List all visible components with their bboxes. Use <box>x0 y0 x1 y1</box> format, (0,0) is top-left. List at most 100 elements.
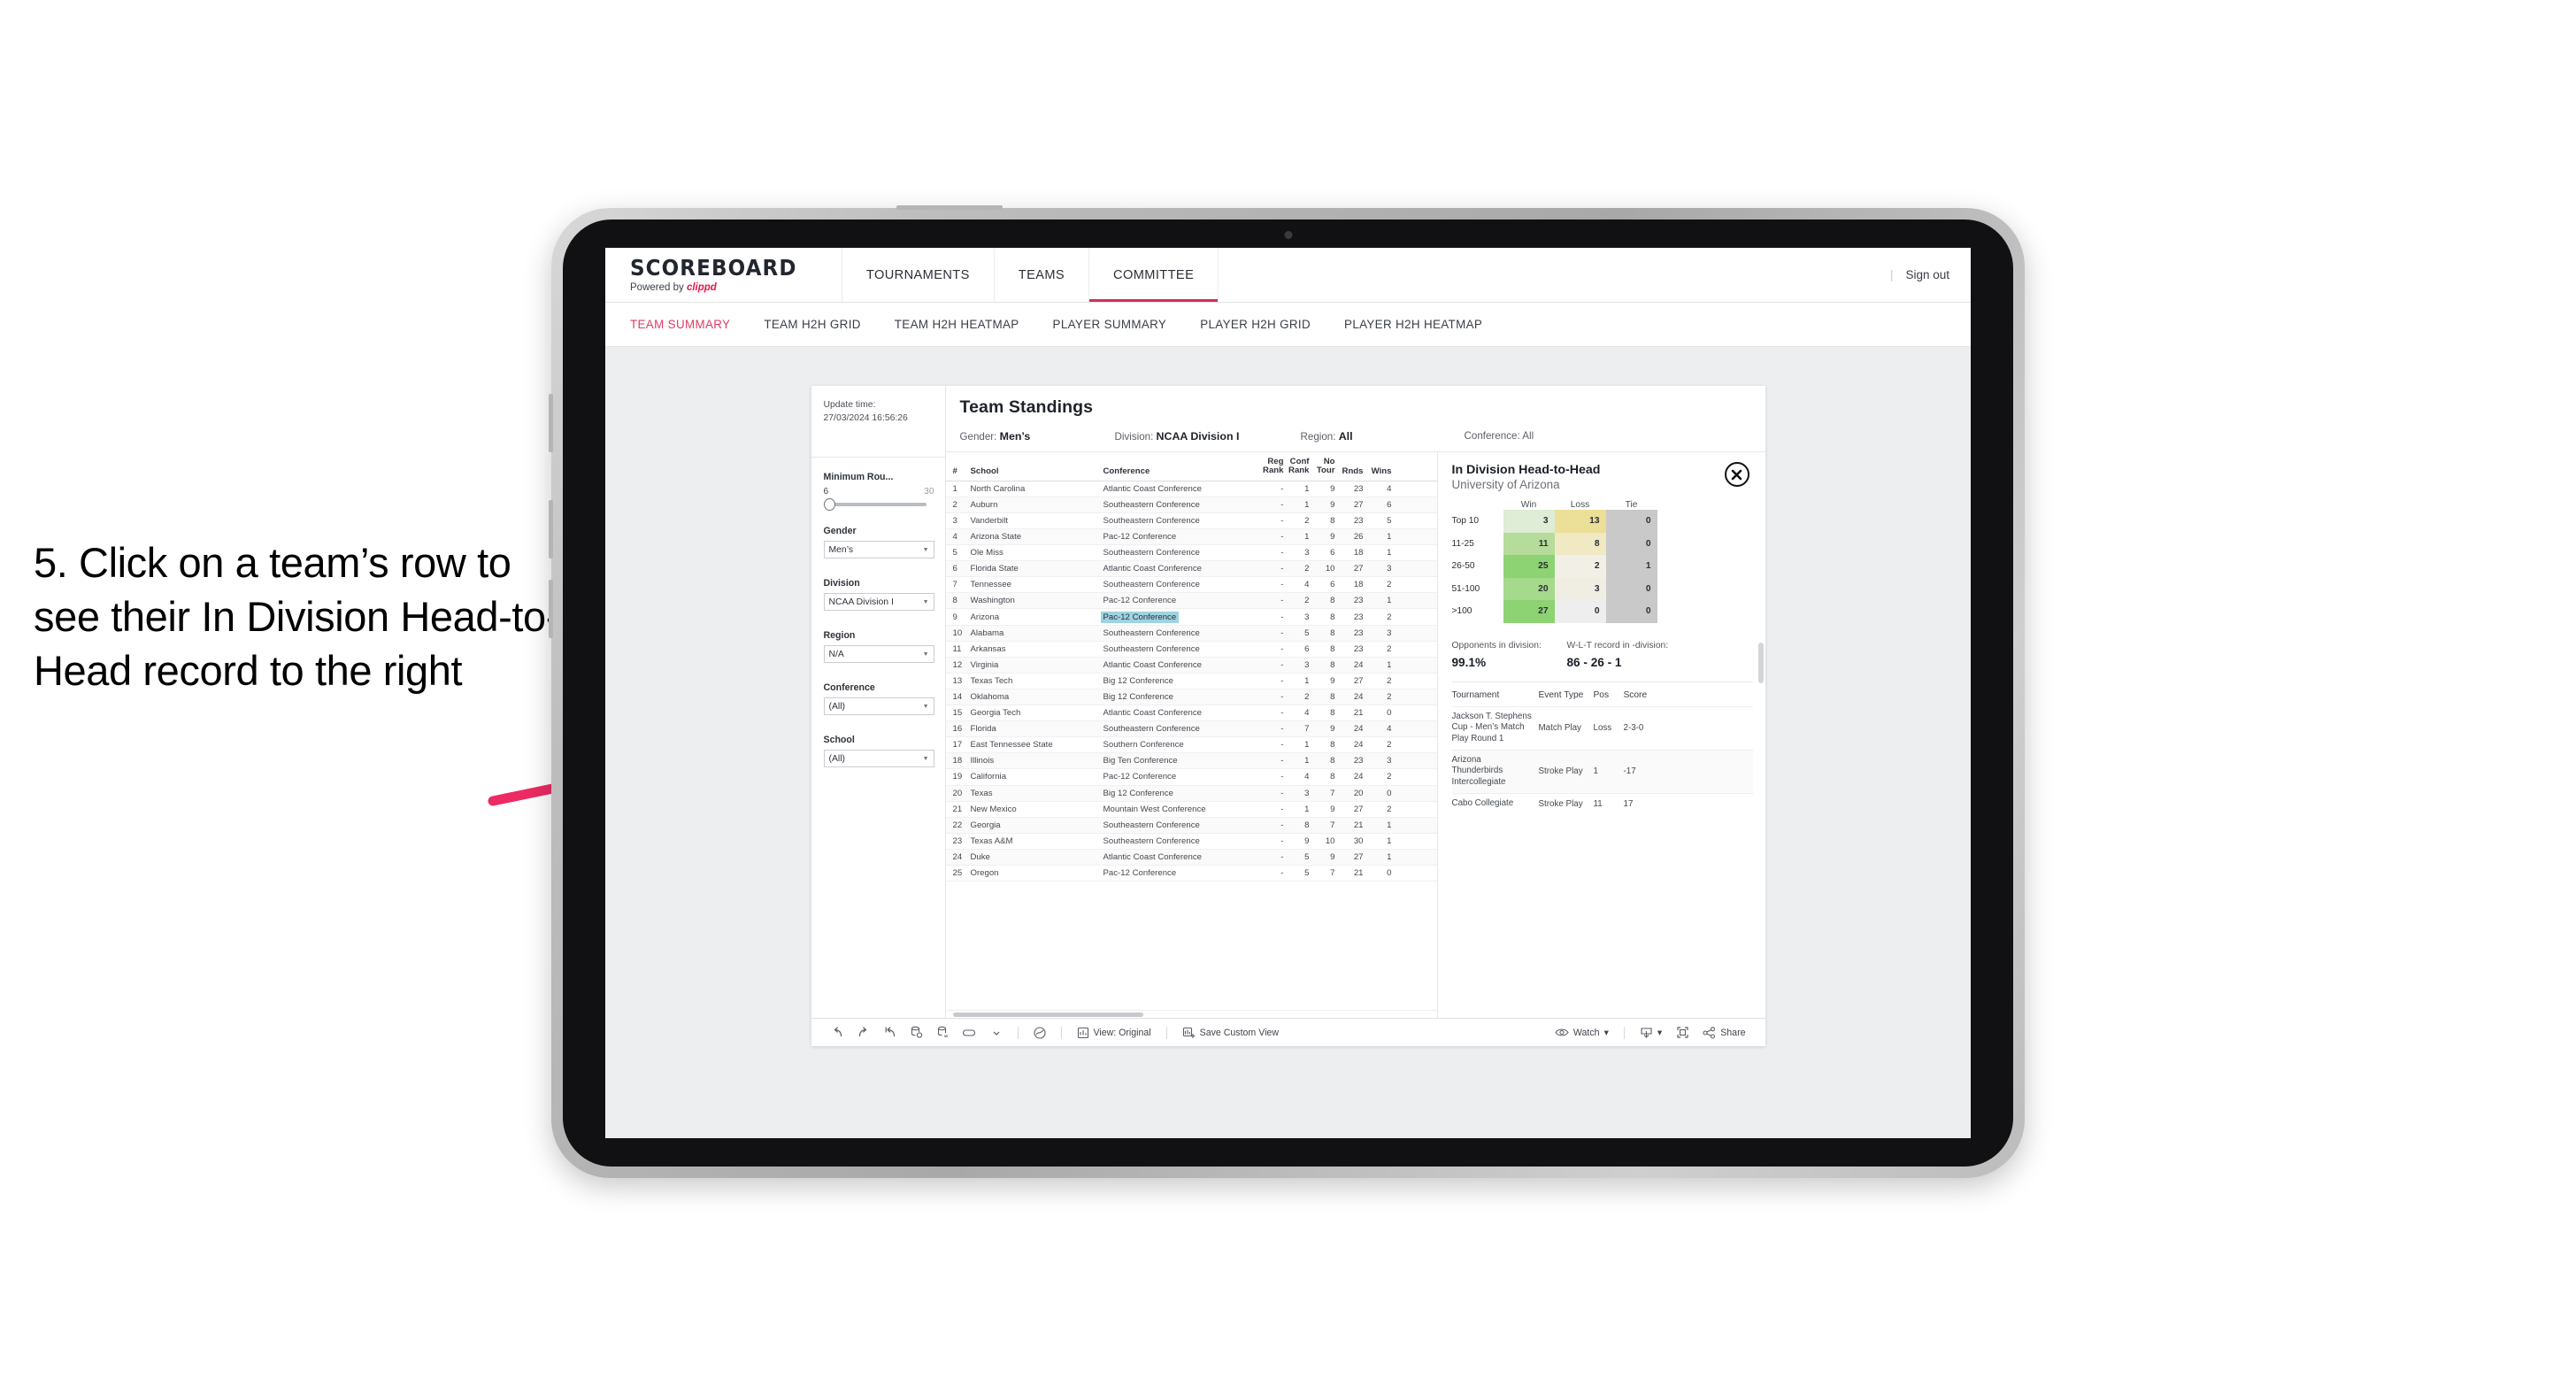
table-row[interactable]: 16 Florida Southeastern Conference - 7 9 24 4 <box>945 721 1437 738</box>
region-select[interactable]: N/A ▼ <box>823 645 934 664</box>
tournament-row[interactable]: Jackson T. Stephens Cup - Men’s Match Pl… <box>1451 705 1753 750</box>
cell-tournament-name: Cabo Collegiate <box>1451 797 1514 808</box>
pill-icon[interactable] <box>957 1028 983 1038</box>
refresh-data-icon[interactable] <box>904 1026 930 1039</box>
table-row[interactable]: 5 Ole Miss Southeastern Conference - 3 6 18 1 <box>945 545 1437 562</box>
nav-item-teams[interactable]: TEAMS <box>995 248 1090 302</box>
share-button[interactable]: Share <box>1696 1026 1752 1039</box>
cell-rnds: 21 <box>1353 820 1364 830</box>
filter-minimum-rounds-label: Minimum Rou... <box>823 472 894 483</box>
view-original-button[interactable]: View: Original <box>1070 1027 1158 1039</box>
undo-icon[interactable] <box>824 1027 850 1038</box>
watch-button[interactable]: Watch ▾ <box>1548 1028 1616 1038</box>
alerts-icon[interactable] <box>1027 1026 1053 1040</box>
table-row[interactable]: 23 Texas A&M Southeastern Conference - 9 10 30… <box>945 834 1437 850</box>
table-row[interactable]: 4 Arizona State Pac-12 Conference - 1 9 26 1 <box>945 529 1437 546</box>
nav-item-tournaments[interactable]: TOURNAMENTS <box>842 248 995 302</box>
pause-updates-icon[interactable] <box>930 1026 957 1039</box>
tournament-row[interactable]: Cabo Collegiate Stroke Play 11 17 <box>1451 792 1753 814</box>
table-row[interactable]: 10 Alabama Southeastern Conference - 5 8 23 3 <box>945 625 1437 642</box>
horizontal-scrollbar[interactable] <box>945 1010 1437 1018</box>
table-row[interactable]: 21 New Mexico Mountain West Conference - 1 9 2… <box>945 802 1437 818</box>
h2h-cell-win: 20 <box>1503 577 1555 600</box>
toolbar-divider-3 <box>1165 1026 1167 1039</box>
download-icon <box>1640 1027 1653 1039</box>
filter-gender-label: Gender <box>823 526 857 537</box>
table-row[interactable]: 6 Florida State Atlantic Coast Conference -… <box>945 561 1437 578</box>
nav-item-committee[interactable]: COMMITTEE <box>1089 248 1219 302</box>
minimum-rounds-slider[interactable] <box>823 498 927 512</box>
cell-rnds: 27 <box>1353 675 1364 686</box>
table-row[interactable]: 14 Oklahoma Big 12 Conference - 2 8 24 2 <box>945 689 1437 706</box>
h2h-matrix-row: Top 10 3 13 0 <box>1452 510 1753 533</box>
slider-range-labels: 6 30 <box>824 487 934 497</box>
tab-team-h2h-grid[interactable]: TEAM H2H GRID <box>764 318 860 331</box>
col-header-conf-rank: Conf Rank <box>1284 457 1309 476</box>
gender-select[interactable]: Men’s ▼ <box>823 541 934 559</box>
cell-no-tour: 8 <box>1330 515 1335 526</box>
table-row[interactable]: 1 North Carolina Atlantic Coast Conference… <box>945 481 1437 497</box>
col-header-rnds: Rnds <box>1342 466 1364 476</box>
sign-out-link[interactable]: Sign out <box>1905 268 1949 281</box>
cell-school: Oregon <box>970 868 999 879</box>
col-header-wins: Wins <box>1371 466 1392 476</box>
table-row[interactable]: 7 Tennessee Southeastern Conference - 4 6 18 2 <box>945 577 1437 594</box>
cell-conference: Southeastern Conference <box>1103 724 1200 735</box>
save-custom-view-button[interactable]: Save Custom View <box>1175 1027 1286 1039</box>
table-row[interactable]: 25 Oregon Pac-12 Conference - 5 7 21 0 <box>945 866 1437 882</box>
cell-rank: 15 <box>952 708 963 719</box>
cell-school: Alabama <box>970 628 1004 638</box>
cell-reg-rank: - <box>1280 740 1284 751</box>
table-row[interactable]: 19 California Pac-12 Conference - 4 8 24 2 <box>945 769 1437 786</box>
stat-wlt-record: W-L-T record in -division: 86 - 26 - 1 <box>1567 641 1669 669</box>
cell-conference: Southeastern Conference <box>1103 820 1200 830</box>
cell-rnds: 24 <box>1353 659 1364 670</box>
cell-wins: 1 <box>1387 851 1392 862</box>
tournament-row[interactable]: Arizona Thunderbirds Intercollegiate Stro… <box>1451 749 1753 793</box>
tab-player-h2h-grid[interactable]: PLAYER H2H GRID <box>1200 318 1311 331</box>
table-row[interactable]: 12 Virginia Atlantic Coast Conference - 3 8 24… <box>945 657 1437 674</box>
redo-icon[interactable] <box>850 1027 877 1038</box>
tab-player-summary[interactable]: PLAYER SUMMARY <box>1053 318 1167 331</box>
scrollbar-thumb[interactable] <box>952 1013 1143 1017</box>
table-body: 1 North Carolina Atlantic Coast Conference… <box>945 481 1437 1010</box>
tab-player-h2h-heatmap[interactable]: PLAYER H2H HEATMAP <box>1344 318 1482 331</box>
revert-icon[interactable] <box>877 1027 904 1038</box>
cell-wins: 3 <box>1387 628 1392 638</box>
table-row[interactable]: 20 Texas Big 12 Conference - 3 7 20 0 <box>945 785 1437 802</box>
table-row[interactable]: 15 Georgia Tech Atlantic Coast Conference -… <box>945 705 1437 722</box>
cell-no-tour: 8 <box>1330 628 1335 638</box>
eye-icon <box>1555 1028 1569 1037</box>
division-select[interactable]: NCAA Division I ▼ <box>823 593 934 612</box>
tab-team-h2h-heatmap[interactable]: TEAM H2H HEATMAP <box>895 318 1019 331</box>
tab-team-summary[interactable]: TEAM SUMMARY <box>630 318 730 331</box>
table-row[interactable]: 18 Illinois Big Ten Conference -1 8 23 3 <box>945 753 1437 770</box>
content-header: Team Standings Gender: Men’s Division: N… <box>946 386 1765 451</box>
table-row[interactable]: 3 Vanderbilt Southeastern Conference - 2 8 23 5 <box>945 513 1437 529</box>
brand-logo[interactable]: SCOREBOARD Powered by clippd <box>605 248 842 302</box>
conference-select[interactable]: (All) ▼ <box>823 697 934 716</box>
table-row[interactable]: 24 Duke Atlantic Coast Conference - 5 9 27 1 <box>945 849 1437 866</box>
cell-wins: 2 <box>1387 643 1392 654</box>
table-row[interactable]: 8 Washington Pac-12 Conference - 2 8 23 1 <box>945 593 1437 610</box>
chevron-down-icon[interactable] <box>983 1029 1010 1036</box>
summary-region-label: Region: <box>1300 431 1336 443</box>
cell-wins: 2 <box>1387 772 1392 782</box>
download-button[interactable]: ▾ <box>1633 1027 1669 1039</box>
toolbar-divider-1 <box>1017 1026 1019 1039</box>
table-row[interactable]: 22 Georgia Southeastern Conference - 8 7 21 1 <box>945 817 1437 834</box>
table-row[interactable]: 17 East Tennessee State Southern Conferenc… <box>945 737 1437 754</box>
slider-handle[interactable] <box>823 498 835 512</box>
school-select[interactable]: (All) ▼ <box>823 750 934 768</box>
table-row[interactable]: 9 Arizona Pac-12 Conference - 3 8 23 2 <box>945 609 1437 626</box>
filter-conference: Conference (All) ▼ <box>823 682 934 716</box>
table-row[interactable]: 11 Arkansas Southeastern Conference - 6 8 23 2 <box>945 642 1437 658</box>
cell-no-tour: 10 <box>1325 835 1335 846</box>
cell-wins: 1 <box>1387 596 1392 606</box>
table-row[interactable]: 2 Auburn Southeastern Conference - 1 9 27 6 <box>945 497 1437 513</box>
fullscreen-icon[interactable] <box>1669 1026 1696 1039</box>
table-row[interactable]: 13 Texas Tech Big 12 Conference - 1 9 27 2 <box>945 674 1437 689</box>
close-icon[interactable] <box>1724 462 1749 487</box>
h2h-vertical-scrollbar[interactable] <box>1757 643 1764 683</box>
cell-rank: 21 <box>952 804 963 814</box>
